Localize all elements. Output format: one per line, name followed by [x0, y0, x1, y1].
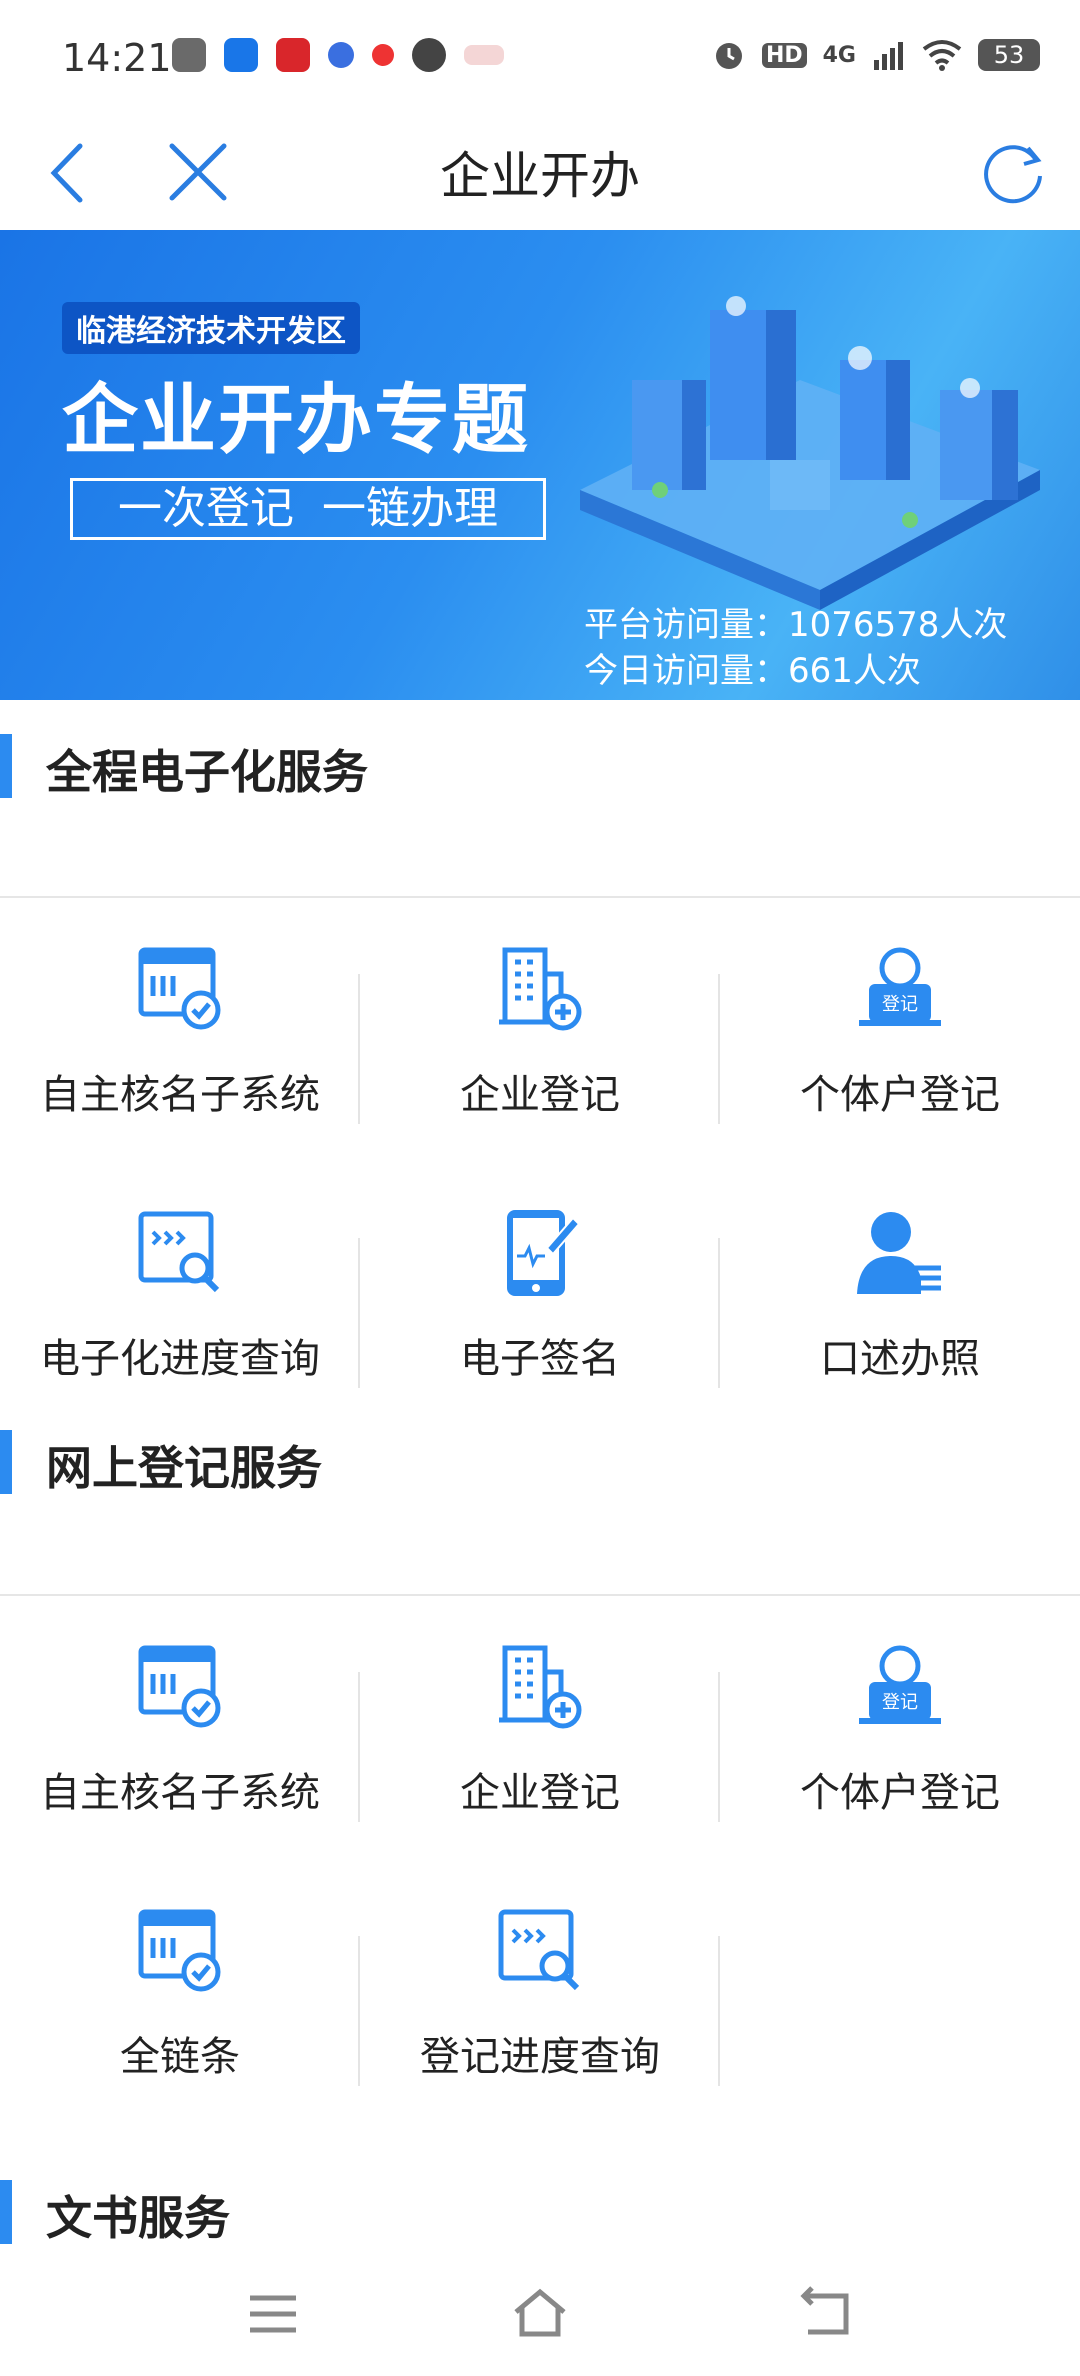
register-badge-text: 登记	[882, 1692, 918, 1713]
app-notification-icon	[224, 38, 258, 72]
progress-search-icon	[498, 1909, 580, 1991]
wifi-icon	[922, 40, 962, 71]
visit-stats: 平台访问量：1076578人次 今日访问量：661人次	[584, 602, 1007, 694]
service-label: 自主核名子系统	[40, 1072, 320, 1118]
divider	[0, 896, 1080, 898]
alarm-icon	[715, 43, 742, 69]
service-item[interactable]: 企业登记	[360, 944, 720, 1144]
banner[interactable]: 临港经济技术开发区 企业开办专题 一次登记 一链办理 平台访问量：1076578…	[0, 230, 1080, 700]
platform-visits: 平台访问量：1076578人次	[584, 605, 1008, 645]
building-add-icon	[499, 947, 582, 1031]
home-icon[interactable]	[510, 2284, 570, 2344]
page-title: 企业开办	[440, 147, 640, 205]
app-notification-icon	[464, 45, 504, 65]
status-indicators: HD 4G 53	[712, 38, 1040, 72]
nav-bar: 企业开办	[0, 118, 1080, 230]
status-bar: 14:21 HD 4G 53	[0, 0, 1080, 118]
name-check-icon	[138, 1645, 221, 1728]
tablet-sign-icon	[507, 1210, 581, 1296]
banner-slogan: 一次登记 一链办理	[70, 478, 546, 540]
back-nav-icon[interactable]	[798, 2284, 854, 2344]
battery-indicator: 53	[978, 39, 1040, 71]
service-label: 自主核名子系统	[40, 1770, 320, 1816]
section-title: 文书服务	[46, 2191, 230, 2245]
service-item[interactable]: 登记 个体户登记	[720, 1642, 1080, 1842]
service-label: 登记进度查询	[420, 2034, 660, 2080]
progress-search-icon	[138, 1211, 220, 1293]
system-nav-bar	[0, 2256, 1080, 2376]
today-visits: 今日访问量：661人次	[584, 651, 921, 691]
service-item[interactable]: 自主核名子系统	[0, 944, 360, 1144]
signal-icon	[874, 42, 903, 70]
person-speak-icon	[857, 1212, 941, 1294]
service-item[interactable]: 登记进度查询	[360, 1906, 720, 2106]
section-header: 全程电子化服务	[0, 716, 1080, 816]
banner-title: 企业开办专题	[62, 375, 530, 464]
service-label: 个体户登记	[800, 1072, 1000, 1118]
menu-icon[interactable]	[248, 2284, 298, 2344]
name-check-icon	[138, 947, 221, 1030]
service-label: 电子化进度查询	[40, 1336, 320, 1382]
service-item[interactable]: 登记 个体户登记	[720, 944, 1080, 1144]
status-app-icons	[172, 38, 504, 72]
service-item[interactable]: 企业登记	[360, 1642, 720, 1842]
service-label: 个体户登记	[800, 1770, 1000, 1816]
network-type: 4G	[822, 42, 856, 68]
person-register-icon: 登记	[859, 947, 941, 1026]
service-label: 企业登记	[460, 1770, 620, 1816]
section-accent-bar	[0, 2180, 12, 2244]
app-notification-icon	[328, 42, 354, 68]
service-item[interactable]: 电子签名	[360, 1208, 720, 1408]
refresh-icon[interactable]	[976, 136, 1050, 210]
app-notification-icon	[372, 44, 394, 66]
service-label: 口述办照	[820, 1336, 980, 1382]
section-title: 全程电子化服务	[46, 745, 368, 799]
divider	[718, 1936, 720, 2086]
register-badge-text: 登记	[882, 994, 918, 1015]
service-label: 企业登记	[460, 1072, 620, 1118]
section-header: 网上登记服务	[0, 1412, 1080, 1512]
banner-subtitle: 临港经济技术开发区	[62, 302, 360, 354]
service-label: 全链条	[120, 2034, 240, 2080]
divider	[0, 1594, 1080, 1596]
status-time: 14:21	[62, 36, 172, 80]
person-register-icon: 登记	[859, 1645, 941, 1724]
app-notification-icon	[412, 38, 446, 72]
app-notification-icon	[172, 38, 206, 72]
service-item[interactable]: 电子化进度查询	[0, 1208, 360, 1408]
section-accent-bar	[0, 734, 12, 798]
building-add-icon	[499, 1645, 582, 1729]
hd-icon: HD	[761, 42, 807, 68]
service-item[interactable]: 口述办照	[720, 1208, 1080, 1408]
service-item[interactable]: 全链条	[0, 1906, 360, 2106]
section-title: 网上登记服务	[46, 1441, 322, 1495]
service-item[interactable]: 自主核名子系统	[0, 1642, 360, 1842]
name-check-icon	[138, 1909, 221, 1992]
city-illustration	[580, 296, 1040, 610]
section-accent-bar	[0, 1430, 12, 1494]
section-header: 文书服务	[0, 2162, 1080, 2262]
service-label: 电子签名	[460, 1336, 620, 1382]
app-notification-icon	[276, 38, 310, 72]
